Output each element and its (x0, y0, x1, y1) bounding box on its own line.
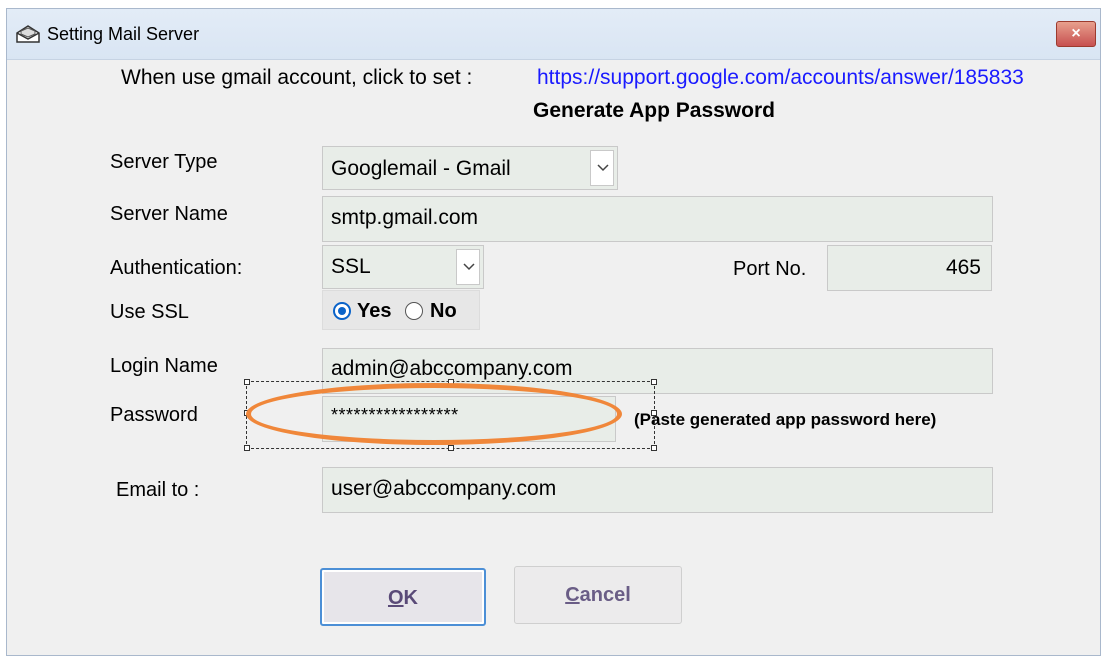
use-ssl-yes-radio[interactable] (333, 302, 351, 320)
use-ssl-label: Use SSL (110, 301, 189, 323)
authentication-select[interactable]: SSL (322, 245, 484, 289)
login-name-field[interactable]: admin@abccompany.com (322, 348, 993, 394)
server-name-value: smtp.gmail.com (331, 206, 479, 229)
cancel-button[interactable]: Cancel (514, 566, 682, 624)
cancel-label-rest: ancel (579, 584, 631, 606)
server-type-dropdown-button[interactable] (590, 150, 614, 186)
authentication-value: SSL (331, 255, 371, 278)
use-ssl-yes-label[interactable]: Yes (357, 300, 391, 323)
server-name-field[interactable]: smtp.gmail.com (322, 196, 993, 242)
gmail-help-link[interactable]: https://support.google.com/accounts/answ… (537, 66, 1024, 90)
ok-label-rest: K (403, 587, 418, 609)
chevron-down-icon (597, 164, 609, 172)
use-ssl-no-radio[interactable] (405, 302, 423, 320)
password-label: Password (110, 404, 198, 426)
password-hint: (Paste generated app password here) (634, 410, 937, 429)
server-type-label: Server Type (110, 151, 218, 173)
password-field[interactable]: ***************** (322, 396, 616, 442)
login-name-label: Login Name (110, 355, 218, 377)
server-name-label: Server Name (110, 203, 228, 225)
title-bar: Setting Mail Server × (7, 9, 1100, 60)
password-value: ***************** (331, 405, 459, 425)
ok-button[interactable]: OK (320, 568, 486, 626)
close-button[interactable]: × (1056, 21, 1096, 47)
gmail-prompt-text: When use gmail account, click to set : (121, 66, 473, 89)
use-ssl-no-label[interactable]: No (430, 300, 457, 323)
chevron-down-icon (463, 263, 475, 271)
window-title: Setting Mail Server (47, 24, 200, 44)
email-to-label: Email to : (116, 479, 200, 501)
ok-mnemonic: O (387, 587, 404, 609)
authentication-label: Authentication: (110, 257, 243, 279)
login-name-value: admin@abccompany.com (331, 357, 573, 380)
email-to-value: user@abccompany.com (331, 477, 557, 500)
port-field[interactable]: 465 (827, 245, 992, 291)
email-to-field[interactable]: user@abccompany.com (322, 467, 993, 513)
use-ssl-radio-group: Yes No (322, 290, 480, 330)
server-type-select[interactable]: Googlemail - Gmail (322, 146, 618, 190)
mail-envelope-icon (15, 24, 41, 44)
authentication-dropdown-button[interactable] (456, 249, 480, 285)
port-label: Port No. (733, 258, 807, 280)
generate-app-password-label: Generate App Password (533, 99, 775, 122)
server-type-value: Googlemail - Gmail (331, 157, 511, 180)
close-icon: × (1071, 25, 1081, 42)
port-value: 465 (945, 256, 981, 279)
cancel-mnemonic: C (565, 584, 580, 606)
